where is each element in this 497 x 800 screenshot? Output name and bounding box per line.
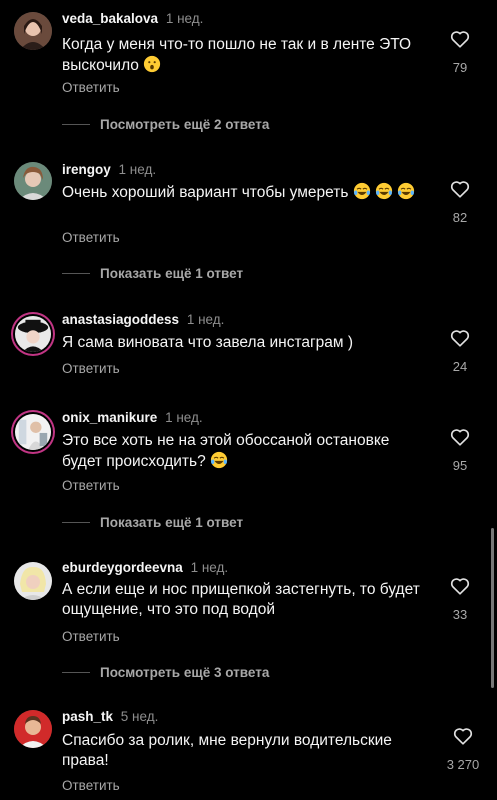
avatar[interactable] [14, 12, 52, 50]
comment-text: Я сама виновата что завела инстаграм ) [62, 333, 432, 353]
view-replies-label: Посмотреть ещё 2 ответа [100, 116, 270, 132]
reply-button[interactable]: Ответить [62, 361, 120, 376]
hushed-face-emoji [144, 55, 161, 73]
like-count: 95 [452, 458, 468, 473]
heart-outline-icon [450, 330, 470, 347]
reply-button[interactable]: Ответить [62, 80, 120, 95]
comment-body: А если еще и нос прищепкой застегнуть, т… [62, 581, 420, 618]
reply-button[interactable]: Ответить [62, 629, 120, 644]
like-button[interactable]: 33 [445, 575, 475, 622]
reply-button[interactable]: Ответить [62, 478, 120, 493]
comment-meta: irengoy 1 нед. [62, 162, 156, 177]
like-count: 82 [452, 210, 468, 225]
like-button[interactable]: 79 [445, 28, 475, 75]
face-with-tears-of-joy-emoji [353, 182, 370, 200]
comment-text: А если еще и нос прищепкой застегнуть, т… [62, 580, 432, 620]
comment-meta: veda_bakalova 1 нед. [62, 11, 203, 26]
avatar[interactable] [14, 710, 52, 748]
timestamp: 1 нед. [190, 560, 229, 575]
like-count: 24 [452, 359, 468, 374]
timestamp: 1 нед. [165, 410, 203, 425]
comment-text: Очень хороший вариант чтобы умереть [62, 182, 432, 203]
comment-body: Очень хороший вариант чтобы умереть [62, 184, 349, 201]
face-with-tears-of-joy-emoji [210, 451, 228, 469]
timestamp: 1 нед. [165, 11, 204, 26]
comment-meta: anastasiagoddess 1 нед. [62, 312, 224, 327]
avatar[interactable] [15, 316, 51, 352]
heart-outline-icon [453, 728, 473, 745]
username[interactable]: veda_bakalova [62, 11, 158, 26]
like-button[interactable]: 3 270 [443, 725, 483, 772]
heart-outline-icon [450, 578, 470, 595]
like-button[interactable]: 95 [445, 426, 475, 473]
username[interactable]: pash_tk [62, 709, 113, 724]
comment-body: Когда у меня что-то пошло не так и в лен… [62, 36, 412, 74]
comment-meta: onix_manikure 1 нед. [62, 410, 203, 425]
avatar[interactable] [14, 562, 52, 600]
comment-body: Спасибо за ролик, мне вернули водительск… [62, 732, 392, 769]
view-replies-label: Показать ещё 1 ответ [100, 514, 244, 530]
heart-outline-icon [450, 429, 470, 446]
like-count: 33 [452, 607, 468, 622]
avatar[interactable] [14, 162, 52, 200]
heart-outline-icon [450, 31, 470, 48]
scrollbar[interactable] [491, 528, 494, 688]
comment-meta: pash_tk 5 нед. [62, 709, 158, 724]
username[interactable]: anastasiagoddess [62, 312, 179, 327]
face-with-tears-of-joy-emoji [375, 182, 393, 200]
divider-line [62, 272, 90, 274]
username[interactable]: eburdeygordeevna [62, 560, 183, 575]
divider-line [62, 521, 90, 523]
timestamp: 1 нед. [118, 162, 157, 177]
view-replies-label: Посмотреть ещё 3 ответа [100, 664, 270, 680]
reply-button[interactable]: Ответить [62, 230, 120, 245]
heart-outline-icon [450, 181, 470, 198]
divider-line [62, 123, 90, 125]
face-with-tears-of-joy-emoji [398, 182, 415, 200]
view-replies-button[interactable]: Показать ещё 1 ответ [62, 263, 243, 283]
like-button[interactable]: 24 [445, 327, 475, 374]
username[interactable]: irengoy [62, 162, 111, 177]
comment-text: Когда у меня что-то пошло не так и в лен… [62, 35, 432, 76]
like-count: 79 [452, 60, 468, 75]
reply-button[interactable]: Ответить [62, 778, 120, 793]
view-replies-button[interactable]: Посмотреть ещё 2 ответа [62, 114, 269, 134]
comment-meta: eburdeygordeevna 1 нед. [62, 560, 228, 575]
timestamp: 1 нед. [186, 312, 225, 327]
like-button[interactable]: 82 [445, 178, 475, 225]
comment-body: Я сама виновата что завела инстаграм ) [62, 334, 354, 351]
comment-text: Это все хоть не на этой обоссаной остано… [62, 431, 432, 472]
avatar[interactable] [15, 414, 51, 450]
view-replies-label: Показать ещё 1 ответ [100, 265, 244, 281]
divider-line [62, 671, 90, 673]
timestamp: 5 нед. [120, 709, 159, 724]
comment-text: Спасибо за ролик, мне вернули водительск… [62, 731, 432, 771]
username[interactable]: onix_manikure [62, 410, 157, 425]
like-count: 3 270 [446, 757, 480, 772]
view-replies-button[interactable]: Показать ещё 1 ответ [62, 512, 243, 532]
view-replies-button[interactable]: Посмотреть ещё 3 ответа [62, 662, 269, 682]
